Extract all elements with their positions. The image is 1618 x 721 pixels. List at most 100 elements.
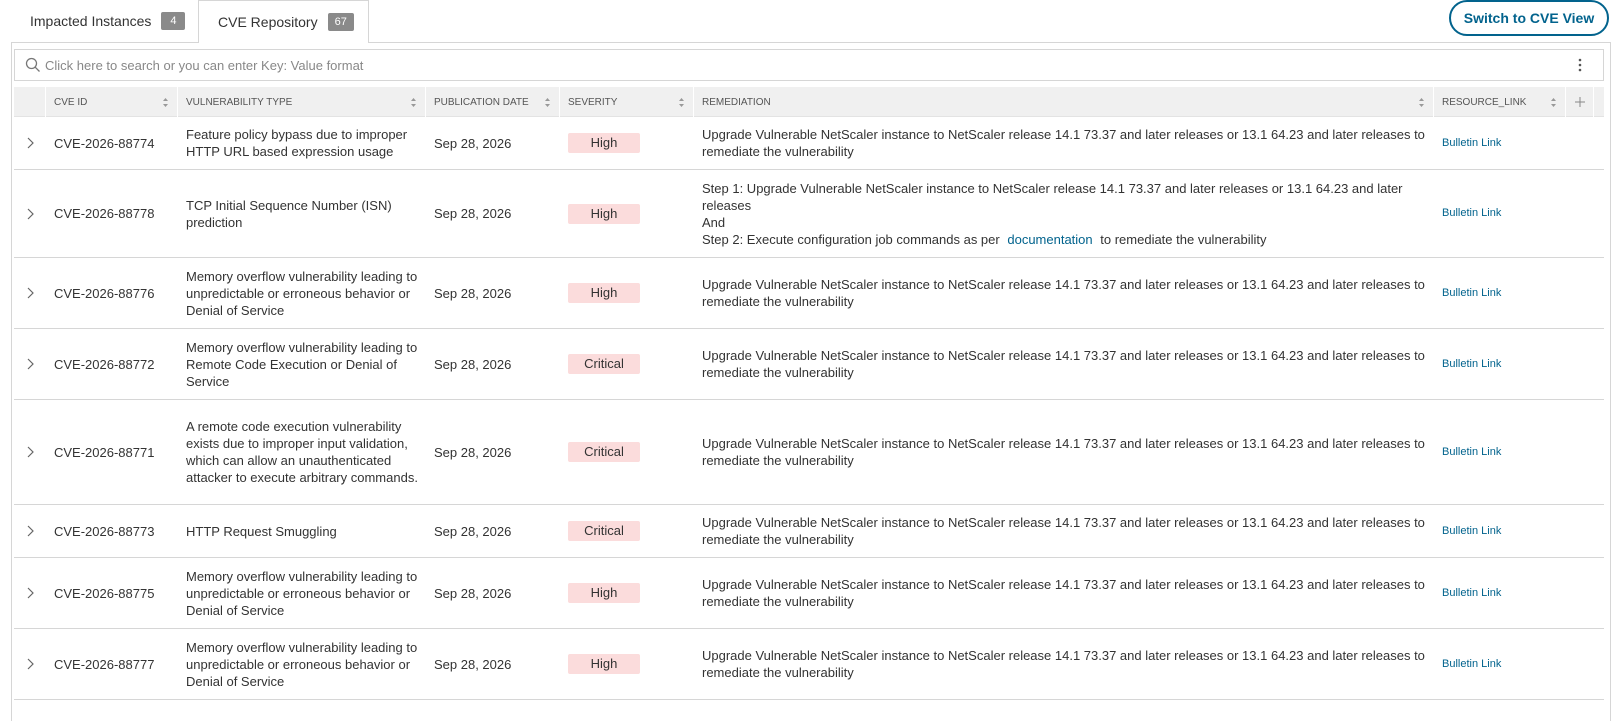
empty-cell (1566, 505, 1594, 557)
header-label: REMEDIATION (702, 96, 771, 108)
resource-link-cell: Bulletin Link (1434, 329, 1566, 399)
header-label: VULNERABILITY TYPE (186, 96, 293, 108)
header-label: RESOURCE_LINK (1442, 96, 1527, 108)
bulletin-link[interactable]: Bulletin Link (1442, 585, 1501, 602)
header-resource-link[interactable]: RESOURCE_LINK (1434, 87, 1566, 117)
header-vulnerability-type[interactable]: VULNERABILITY TYPE (178, 87, 426, 117)
remediation-step-2-suffix: to remediate the vulnerability (1100, 231, 1267, 247)
documentation-link[interactable]: documentation (1007, 232, 1092, 247)
resource-link-cell: Bulletin Link (1434, 505, 1566, 557)
bulletin-link[interactable]: Bulletin Link (1442, 356, 1501, 373)
header-label: PUBLICATION DATE (434, 96, 529, 108)
remediation-steps: Step 1: Upgrade Vulnerable NetScaler ins… (702, 180, 1426, 248)
sort-icon[interactable] (544, 97, 551, 108)
remediation-cell: Upgrade Vulnerable NetScaler instance to… (702, 277, 1425, 309)
severity-cell: High (560, 117, 694, 169)
remediation-cell: Step 1: Upgrade Vulnerable NetScaler ins… (694, 170, 1434, 257)
expand-row-icon[interactable] (14, 629, 46, 699)
severity-badge: High (568, 283, 640, 303)
severity-badge: High (568, 583, 640, 603)
header-label: SEVERITY (568, 96, 618, 108)
vulnerability-type-cell: Memory overflow vulnerability leading to… (186, 268, 418, 318)
publication-date-cell: Sep 28, 2026 (434, 585, 512, 601)
expand-row-icon[interactable] (14, 505, 46, 557)
severity-cell: Critical (560, 505, 694, 557)
remediation-cell: Upgrade Vulnerable NetScaler instance to… (702, 515, 1425, 547)
severity-cell: High (560, 170, 694, 257)
vulnerability-type-cell: HTTP Request Smuggling (186, 523, 337, 539)
publication-date-cell: Sep 28, 2026 (434, 356, 512, 372)
severity-cell: High (560, 258, 694, 328)
header-severity[interactable]: SEVERITY (560, 87, 694, 117)
table-row[interactable]: CVE-2026-88776 Memory overflow vulnerabi… (14, 258, 1604, 329)
search-bar (14, 49, 1604, 81)
tab-impacted-instances[interactable]: Impacted Instances 4 (16, 0, 199, 42)
bulletin-link[interactable]: Bulletin Link (1442, 444, 1501, 461)
empty-cell (1566, 258, 1594, 328)
table-row[interactable]: CVE-2026-88772 Memory overflow vulnerabi… (14, 329, 1604, 400)
header-remediation[interactable]: REMEDIATION (694, 87, 1434, 117)
table-row[interactable]: CVE-2026-88774 Feature policy bypass due… (14, 117, 1604, 170)
table-row[interactable]: CVE-2026-88778 TCP Initial Sequence Numb… (14, 170, 1604, 258)
resource-link-cell: Bulletin Link (1434, 400, 1566, 504)
cve-id-cell: CVE-2026-88775 (54, 585, 155, 601)
remediation-step-2: Step 2: Execute configuration job comman… (702, 231, 1426, 248)
remediation-cell: Upgrade Vulnerable NetScaler instance to… (702, 436, 1425, 468)
sort-icon[interactable] (1550, 97, 1557, 108)
cve-id-cell: CVE-2026-88772 (54, 356, 155, 372)
table-row[interactable]: CVE-2026-88771 A remote code execution v… (14, 400, 1604, 505)
publication-date-cell: Sep 28, 2026 (434, 523, 512, 539)
remediation-step-2-prefix: Step 2: Execute configuration job comman… (702, 231, 1000, 247)
publication-date-cell: Sep 28, 2026 (434, 135, 512, 151)
table-row[interactable]: CVE-2026-88773 HTTP Request Smuggling Se… (14, 505, 1604, 558)
search-input[interactable] (45, 51, 1565, 79)
add-column-icon[interactable] (1566, 87, 1594, 117)
severity-badge: Critical (568, 442, 640, 462)
bulletin-link[interactable]: Bulletin Link (1442, 135, 1501, 152)
bulletin-link[interactable]: Bulletin Link (1442, 285, 1501, 302)
sort-icon[interactable] (162, 97, 169, 108)
expand-row-icon[interactable] (14, 117, 46, 169)
sort-icon[interactable] (410, 97, 417, 108)
cve-id-cell: CVE-2026-88773 (54, 523, 155, 539)
more-options-icon[interactable] (1565, 51, 1595, 79)
remediation-cell: Upgrade Vulnerable NetScaler instance to… (702, 127, 1425, 159)
resource-link-cell: Bulletin Link (1434, 117, 1566, 169)
switch-to-cve-view-button[interactable]: Switch to CVE View (1449, 0, 1609, 36)
header-label: CVE ID (54, 96, 88, 108)
expand-row-icon[interactable] (14, 329, 46, 399)
expand-row-icon[interactable] (14, 258, 46, 328)
tab-cve-repository[interactable]: CVE Repository 67 (198, 0, 369, 43)
bulletin-link[interactable]: Bulletin Link (1442, 205, 1501, 222)
bulletin-link[interactable]: Bulletin Link (1442, 523, 1501, 540)
header-cve-id[interactable]: CVE ID (46, 87, 178, 117)
severity-cell: High (560, 629, 694, 699)
top-bar: Impacted Instances 4 CVE Repository 67 S… (0, 0, 1618, 43)
table-row[interactable]: CVE-2026-88777 Memory overflow vulnerabi… (14, 629, 1604, 700)
severity-badge: Critical (568, 354, 640, 374)
tab-label: CVE Repository (218, 14, 318, 30)
table-row[interactable]: CVE-2026-88775 Memory overflow vulnerabi… (14, 558, 1604, 629)
tab-count-badge: 4 (161, 12, 186, 30)
severity-badge: Critical (568, 521, 640, 541)
publication-date-cell: Sep 28, 2026 (434, 444, 512, 460)
severity-cell: High (560, 558, 694, 628)
severity-badge: High (568, 133, 640, 153)
sort-icon[interactable] (678, 97, 685, 108)
severity-badge: High (568, 203, 640, 224)
expand-row-icon[interactable] (14, 170, 46, 257)
vulnerability-type-cell: Feature policy bypass due to improper HT… (186, 127, 408, 159)
empty-cell (1566, 629, 1594, 699)
tab-count-badge: 67 (327, 13, 354, 31)
expand-row-icon[interactable] (14, 400, 46, 504)
resource-link-cell: Bulletin Link (1434, 258, 1566, 328)
header-publication-date[interactable]: PUBLICATION DATE (426, 87, 560, 117)
severity-badge: High (568, 654, 640, 674)
severity-cell: Critical (560, 400, 694, 504)
bulletin-link[interactable]: Bulletin Link (1442, 656, 1501, 673)
empty-cell (1566, 558, 1594, 628)
cve-id-cell: CVE-2026-88774 (54, 135, 155, 151)
expand-row-icon[interactable] (14, 558, 46, 628)
sort-icon[interactable] (1418, 97, 1425, 108)
resource-link-cell: Bulletin Link (1434, 629, 1566, 699)
